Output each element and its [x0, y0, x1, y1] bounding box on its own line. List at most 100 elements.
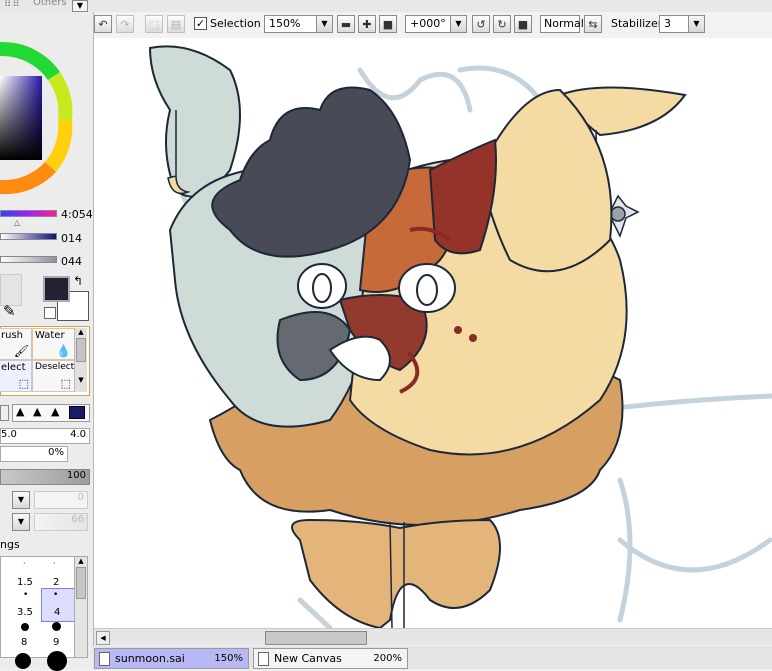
- tool-water[interactable]: Water 💧: [32, 328, 76, 360]
- chevron-left-icon[interactable]: ◀: [96, 631, 110, 645]
- minus-icon: ▬: [340, 17, 352, 31]
- brush-tip-round-icon: ▲: [16, 405, 25, 418]
- scroll-thumb[interactable]: [265, 631, 367, 645]
- eyedropper-icon[interactable]: ✎: [3, 302, 16, 320]
- invert-icon: ▤: [170, 17, 182, 31]
- opacity-slider[interactable]: 100: [0, 469, 90, 485]
- opacity-value: 100: [66, 470, 86, 481]
- percent-slider[interactable]: 0%: [0, 446, 68, 462]
- plus-icon: ✚: [362, 17, 372, 31]
- deselect-icon: ⬚: [148, 17, 160, 31]
- scroll-thumb[interactable]: [76, 338, 86, 362]
- size-label[interactable]: 9: [53, 637, 59, 648]
- tab-zoom: 200%: [373, 653, 402, 664]
- zoom-reset-button[interactable]: ■: [379, 15, 397, 33]
- deselect-button[interactable]: ⬚: [145, 15, 163, 33]
- chevron-down-icon: ▼: [316, 16, 332, 32]
- brush-shape-partial[interactable]: [0, 405, 9, 421]
- chevron-up-icon: ▲: [78, 328, 84, 336]
- water-brush-icon: 💧: [56, 344, 71, 358]
- tool-scrollbar[interactable]: ▲ ▼: [74, 328, 87, 392]
- size-label[interactable]: 1.5: [17, 577, 33, 588]
- swap-colors-icon[interactable]: ↰: [73, 274, 83, 288]
- rotate-right-icon: ↻: [497, 17, 507, 31]
- rotate-right-button[interactable]: ↻: [493, 15, 511, 33]
- size-dot: [47, 651, 67, 671]
- tool-deselect[interactable]: Deselect ⬚: [32, 360, 76, 392]
- undo-button[interactable]: ↶: [94, 15, 112, 33]
- brush-shape-selector[interactable]: ▲ ▲ ▲: [12, 404, 90, 422]
- blend-mode-value: Normal: [544, 17, 584, 30]
- scroll-thumb[interactable]: [76, 567, 86, 599]
- tab-sunmoon[interactable]: sunmoon.sai 150%: [94, 648, 249, 669]
- field-a[interactable]: 0: [34, 491, 88, 509]
- chevron-down-icon[interactable]: ▼: [72, 0, 88, 12]
- primary-color-swatch[interactable]: [43, 276, 70, 302]
- chevron-down-icon[interactable]: ▼: [12, 491, 30, 509]
- tool-brush[interactable]: rush 🖌: [0, 328, 32, 360]
- value-slider[interactable]: [0, 256, 57, 263]
- square-icon: ■: [517, 17, 529, 31]
- brush-tip-square-icon: [69, 406, 85, 419]
- tool-label: elect: [1, 362, 26, 373]
- size-label[interactable]: 8: [21, 637, 27, 648]
- percent-value: 0%: [48, 447, 64, 458]
- hue-slider[interactable]: [0, 210, 57, 217]
- size-dot: ·: [23, 559, 26, 568]
- rotation-value: +000°: [410, 17, 446, 30]
- tab-name: New Canvas: [274, 652, 342, 665]
- zoom-out-button[interactable]: ▬: [337, 15, 355, 33]
- size-dot: [52, 622, 61, 631]
- flip-button[interactable]: ⇆: [584, 15, 602, 33]
- drawing-canvas[interactable]: [94, 38, 772, 628]
- artwork: [148, 45, 772, 628]
- saturation-slider[interactable]: [0, 233, 57, 240]
- saturation-value: 014: [61, 232, 82, 245]
- size-slider[interactable]: 5.0 4.0: [0, 428, 90, 444]
- flip-icon: ⇆: [588, 17, 598, 31]
- tool-label: Water: [35, 330, 65, 341]
- zoom-value: 150%: [269, 17, 301, 30]
- left-panel: △ 4:054 014 044 ↰ ✎ rush 🖌 Water 💧 elect ⬚ …: [0, 12, 94, 671]
- tool-select[interactable]: elect ⬚: [0, 360, 32, 392]
- size-label[interactable]: 2: [53, 577, 59, 588]
- size-label[interactable]: 3.5: [17, 607, 33, 618]
- reset-colors-icon[interactable]: [44, 307, 56, 319]
- tab-name: sunmoon.sai: [115, 652, 185, 665]
- color-wheel[interactable]: [0, 12, 92, 202]
- brush-icon: 🖌: [13, 344, 29, 358]
- field-b[interactable]: 66: [34, 513, 88, 531]
- selection-checkbox[interactable]: ✓: [194, 17, 207, 30]
- size-dot: [21, 623, 29, 631]
- zoom-in-button[interactable]: ✚: [358, 15, 376, 33]
- brush-tip-flat-icon: ▲: [51, 405, 60, 418]
- size-dot: ·: [53, 559, 56, 568]
- others-tab[interactable]: Others: [33, 0, 67, 8]
- chevron-down-icon: ▼: [688, 16, 704, 32]
- field-a-value: 0: [77, 492, 84, 503]
- brush-tip-soft-icon: ▲: [33, 405, 42, 418]
- size-scrollbar[interactable]: ▲: [74, 556, 88, 658]
- invert-selection-button[interactable]: ▤: [167, 15, 185, 33]
- brush-size-grid: · · 1.5 2 • • 3.5 4 8 9: [0, 556, 76, 671]
- horizontal-scrollbar[interactable]: ◀: [94, 628, 772, 645]
- zoom-select[interactable]: 150% ▼: [264, 15, 333, 33]
- tool-label: rush: [1, 330, 23, 341]
- chevron-down-icon[interactable]: ▼: [12, 513, 30, 531]
- rotate-left-button[interactable]: ↺: [472, 15, 490, 33]
- stabilizer-select[interactable]: 3 ▼: [659, 15, 705, 33]
- tab-new-canvas[interactable]: New Canvas 200%: [253, 648, 408, 669]
- redo-button[interactable]: ↷: [116, 15, 134, 33]
- tool-label: Deselect: [35, 362, 75, 372]
- rotate-reset-button[interactable]: ■: [514, 15, 532, 33]
- size-dot: [15, 653, 31, 669]
- tab-zoom: 150%: [214, 653, 243, 664]
- min-size-value: 5.0: [1, 429, 17, 440]
- chevron-down-icon: ▼: [78, 376, 84, 384]
- blend-mode-select[interactable]: Normal: [540, 15, 584, 33]
- redo-icon: ↷: [120, 17, 130, 31]
- size-label[interactable]: 4: [54, 607, 60, 618]
- rotation-select[interactable]: +000° ▼: [405, 15, 467, 33]
- undo-icon: ↶: [98, 17, 108, 31]
- stabilizer-label: Stabilizer: [611, 17, 663, 30]
